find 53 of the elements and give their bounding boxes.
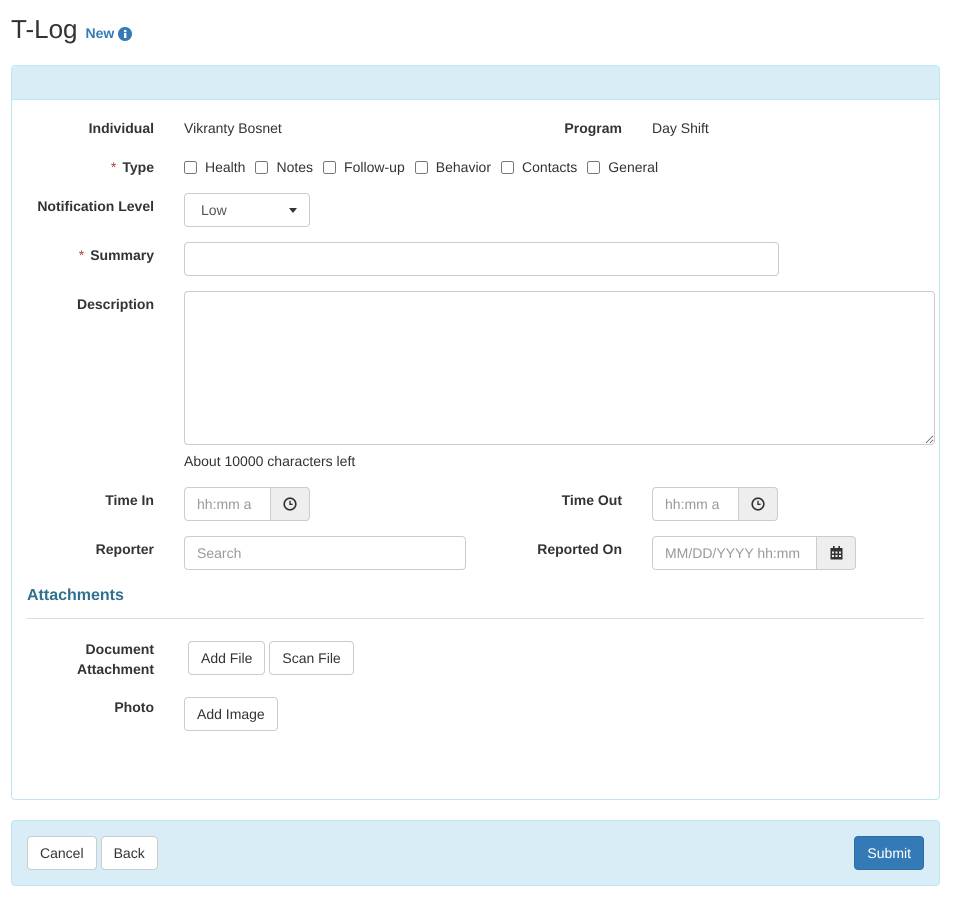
required-mark: * bbox=[110, 159, 116, 176]
status-label: New bbox=[86, 24, 114, 43]
field-label: Reported On bbox=[537, 541, 622, 558]
checkbox-label[interactable]: Behavior bbox=[436, 159, 492, 176]
clock-icon bbox=[283, 497, 297, 512]
required-mark: * bbox=[78, 247, 84, 264]
checkbox-label[interactable]: Health bbox=[205, 159, 246, 176]
field-label: Program bbox=[564, 120, 622, 136]
checkbox-label[interactable]: Notes bbox=[276, 159, 314, 176]
field-label: Document Attachment bbox=[76, 641, 154, 678]
field-label: Photo bbox=[114, 699, 154, 716]
field-label: Individual bbox=[88, 120, 154, 136]
footer-button[interactable]: Back bbox=[100, 836, 158, 870]
clock-addon[interactable] bbox=[271, 487, 310, 522]
field-label: Time Out bbox=[562, 492, 622, 508]
dropdown-value: Low bbox=[201, 200, 227, 220]
clock-icon bbox=[751, 497, 765, 512]
checkbox[interactable] bbox=[414, 161, 428, 174]
checkbox-label[interactable]: General bbox=[608, 159, 658, 176]
section-heading: Attachments bbox=[27, 584, 924, 620]
checkbox[interactable] bbox=[587, 161, 600, 174]
info-icon bbox=[118, 26, 132, 40]
action-button[interactable]: Scan File bbox=[269, 641, 354, 676]
field-label: Time In bbox=[105, 492, 154, 508]
footer-button[interactable]: Cancel bbox=[27, 836, 97, 870]
page-title: T-Log bbox=[11, 14, 78, 46]
checkbox[interactable] bbox=[501, 161, 514, 174]
action-button[interactable]: Add File bbox=[188, 641, 266, 676]
field-label: Reporter bbox=[96, 541, 154, 558]
checkbox-label[interactable]: Follow-up bbox=[344, 159, 405, 176]
help-text: About 10000 characters left bbox=[184, 452, 356, 472]
caret-icon bbox=[289, 208, 297, 213]
input-field[interactable] bbox=[184, 242, 779, 276]
field-value: Day Shift bbox=[652, 120, 709, 136]
checkbox[interactable] bbox=[323, 161, 336, 174]
clock-addon[interactable] bbox=[739, 487, 778, 522]
field-value: Vikranty Bosnet bbox=[184, 120, 282, 136]
field-label: Notification Level bbox=[37, 198, 154, 214]
field-label: Summary bbox=[90, 247, 154, 264]
action-button[interactable]: Add Image bbox=[184, 697, 278, 732]
time-field[interactable]: hh:mm a bbox=[652, 487, 739, 522]
field-label: Type bbox=[122, 159, 154, 176]
dropdown[interactable]: Low bbox=[184, 193, 310, 228]
submit-button[interactable]: Submit bbox=[854, 836, 924, 870]
time-field[interactable]: hh:mm a bbox=[184, 487, 271, 522]
field-label: Description bbox=[76, 296, 154, 312]
checkbox-label[interactable]: Contacts bbox=[522, 159, 578, 176]
calendar-icon bbox=[830, 546, 842, 560]
calendar-addon[interactable] bbox=[817, 536, 856, 570]
checkbox[interactable] bbox=[255, 161, 268, 174]
date-time-field[interactable]: MM/DD/YYYY hh:mm bbox=[652, 536, 817, 570]
checkbox[interactable] bbox=[184, 161, 197, 174]
search-field[interactable]: Search bbox=[184, 536, 466, 570]
